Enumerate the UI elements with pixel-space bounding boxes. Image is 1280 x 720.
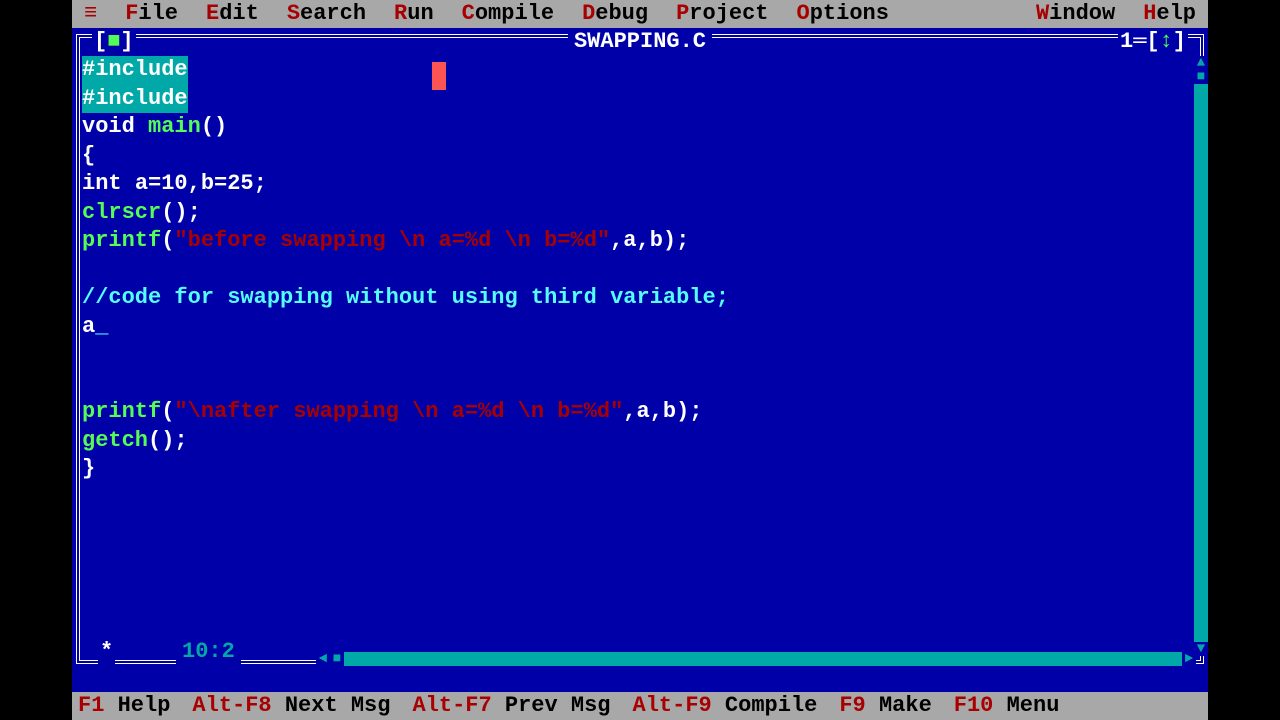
scroll-right-icon[interactable]: ► (1182, 652, 1196, 666)
vertical-scrollbar[interactable]: ▲ ■ ▼ (1194, 56, 1208, 656)
menu-run[interactable]: Run (394, 0, 434, 28)
menu-file[interactable]: File (125, 0, 178, 28)
scroll-up-icon[interactable]: ▲ (1194, 56, 1208, 70)
menu-bar: ≡ File Edit Search Run Compile Debug Pro… (72, 0, 1208, 28)
status-help[interactable]: F1 Help (78, 692, 170, 720)
text-cursor-block (432, 62, 446, 90)
scroll-thumb[interactable]: ■ (1194, 70, 1208, 84)
window-number[interactable]: 1═[↕] (1118, 28, 1188, 57)
window-title: SWAPPING.C (568, 28, 712, 57)
horizontal-scrollbar[interactable]: ◄ ■ ► (316, 652, 1196, 666)
window-close-button[interactable]: [■] (92, 28, 136, 57)
status-make[interactable]: F9 Make (839, 692, 931, 720)
scroll-left-icon[interactable]: ◄ (316, 652, 330, 666)
menu-edit[interactable]: Edit (206, 0, 259, 28)
editor-window: SWAPPING.C [■] 1═[↕] #include#includevoi… (72, 28, 1208, 692)
status-bar: F1 Help Alt-F8 Next Msg Alt-F7 Prev Msg … (72, 692, 1208, 720)
cursor-position: 10:2 (176, 638, 241, 667)
status-compile[interactable]: Alt-F9 Compile (633, 692, 818, 720)
menu-debug[interactable]: Debug (582, 0, 648, 28)
menu-options[interactable]: Options (797, 0, 889, 28)
system-menu-icon[interactable]: ≡ (84, 0, 97, 28)
code-editor[interactable]: #include#includevoid main(){int a=10,b=2… (82, 56, 1190, 656)
status-menu[interactable]: F10 Menu (954, 692, 1060, 720)
menu-search[interactable]: Search (287, 0, 366, 28)
menu-window[interactable]: Window (1036, 0, 1115, 28)
menu-project[interactable]: Project (676, 0, 768, 28)
menu-help[interactable]: Help (1143, 0, 1196, 28)
status-prev-msg[interactable]: Alt-F7 Prev Msg (412, 692, 610, 720)
scroll-down-icon[interactable]: ▼ (1194, 642, 1208, 656)
menu-compile[interactable]: Compile (462, 0, 554, 28)
status-next-msg[interactable]: Alt-F8 Next Msg (192, 692, 390, 720)
modified-indicator: * (98, 638, 115, 667)
hscroll-thumb[interactable]: ■ (330, 652, 344, 666)
turbo-c-ide: ≡ File Edit Search Run Compile Debug Pro… (72, 0, 1208, 720)
